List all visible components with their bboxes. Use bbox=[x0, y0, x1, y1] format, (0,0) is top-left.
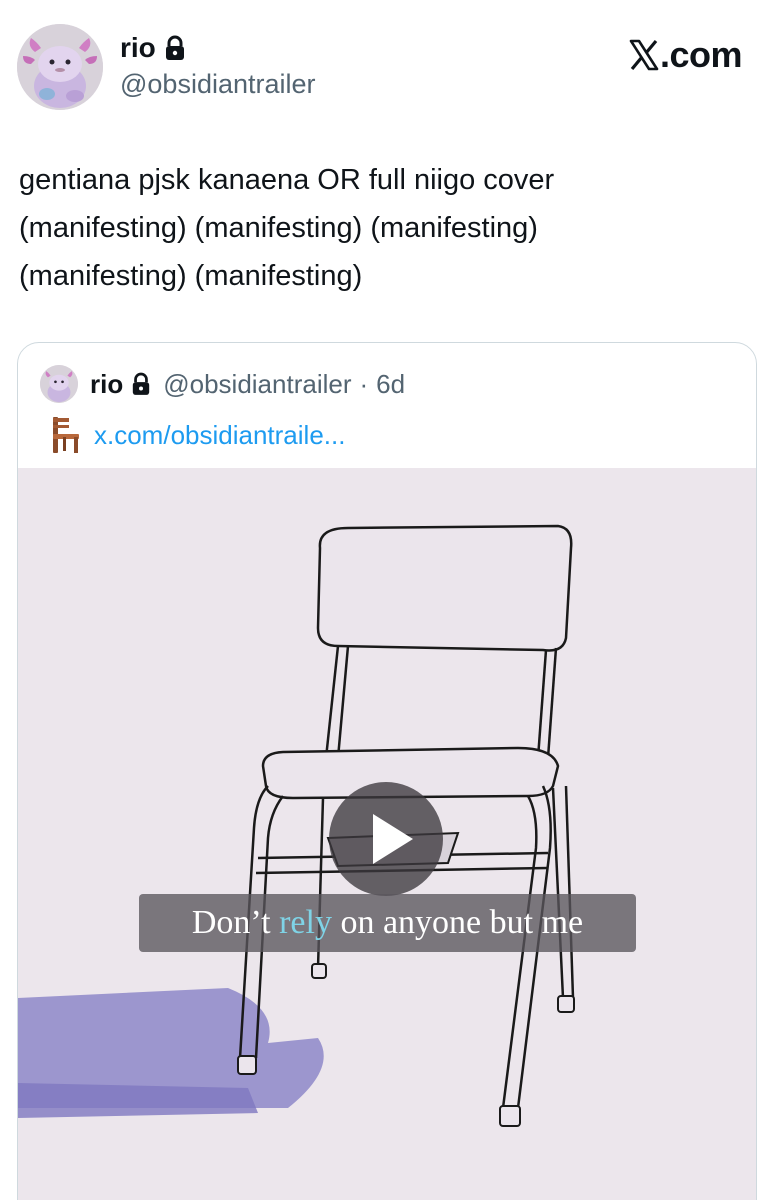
tweet-screenshot: rio @obsidiantrailer .com gentiana pjsk … bbox=[0, 0, 774, 1200]
tweet-text: gentiana pjsk kanaena OR full niigo cove… bbox=[19, 156, 739, 300]
tweet-text-line: (manifesting) (manifesting) (manifesting… bbox=[19, 212, 538, 244]
author-display-name[interactable]: rio bbox=[120, 33, 156, 63]
video-media[interactable]: Don’t rely on anyone but me bbox=[18, 468, 756, 1200]
subtitle-text-before: Don’t bbox=[191, 904, 280, 941]
quoted-author-avatar[interactable] bbox=[40, 365, 78, 403]
axolotl-avatar-image bbox=[40, 365, 78, 403]
site-label-text: .com bbox=[659, 34, 743, 75]
subtitle-text-after: on anyone but me bbox=[331, 904, 584, 941]
subtitle-highlight: rely bbox=[279, 904, 332, 941]
lock-icon bbox=[133, 372, 150, 395]
quoted-tweet-header: rio @obsidiantrailer · 6d bbox=[40, 365, 405, 403]
x-logo-icon bbox=[629, 39, 659, 71]
author-name-row: rio bbox=[120, 33, 186, 63]
quoted-tweet-link[interactable]: x.com/obsidiantraile... bbox=[94, 420, 345, 451]
chair-emoji-icon bbox=[53, 417, 79, 453]
dot-separator: · bbox=[359, 368, 369, 399]
tweet-text-line: gentiana pjsk kanaena OR full niigo cove… bbox=[19, 164, 555, 196]
quoted-tweet-card[interactable]: rio @obsidiantrailer · 6d x.com/obsidian… bbox=[17, 342, 757, 1200]
quoted-tweet-body: x.com/obsidiantraile... bbox=[48, 415, 345, 455]
play-button[interactable] bbox=[329, 782, 443, 896]
quoted-author-display-name[interactable]: rio bbox=[90, 369, 123, 400]
author-handle[interactable]: @obsidiantrailer bbox=[120, 69, 316, 99]
play-icon bbox=[373, 814, 413, 864]
tweet-text-line: (manifesting) (manifesting) bbox=[19, 260, 363, 292]
quoted-tweet-time[interactable]: 6d bbox=[376, 369, 405, 400]
lock-icon bbox=[165, 35, 184, 60]
video-subtitle: Don’t rely on anyone but me bbox=[139, 894, 636, 952]
site-label: .com bbox=[629, 34, 743, 76]
author-avatar[interactable] bbox=[17, 24, 103, 110]
quoted-author-handle[interactable]: @obsidiantrailer bbox=[163, 369, 351, 400]
axolotl-avatar-image bbox=[17, 24, 103, 110]
